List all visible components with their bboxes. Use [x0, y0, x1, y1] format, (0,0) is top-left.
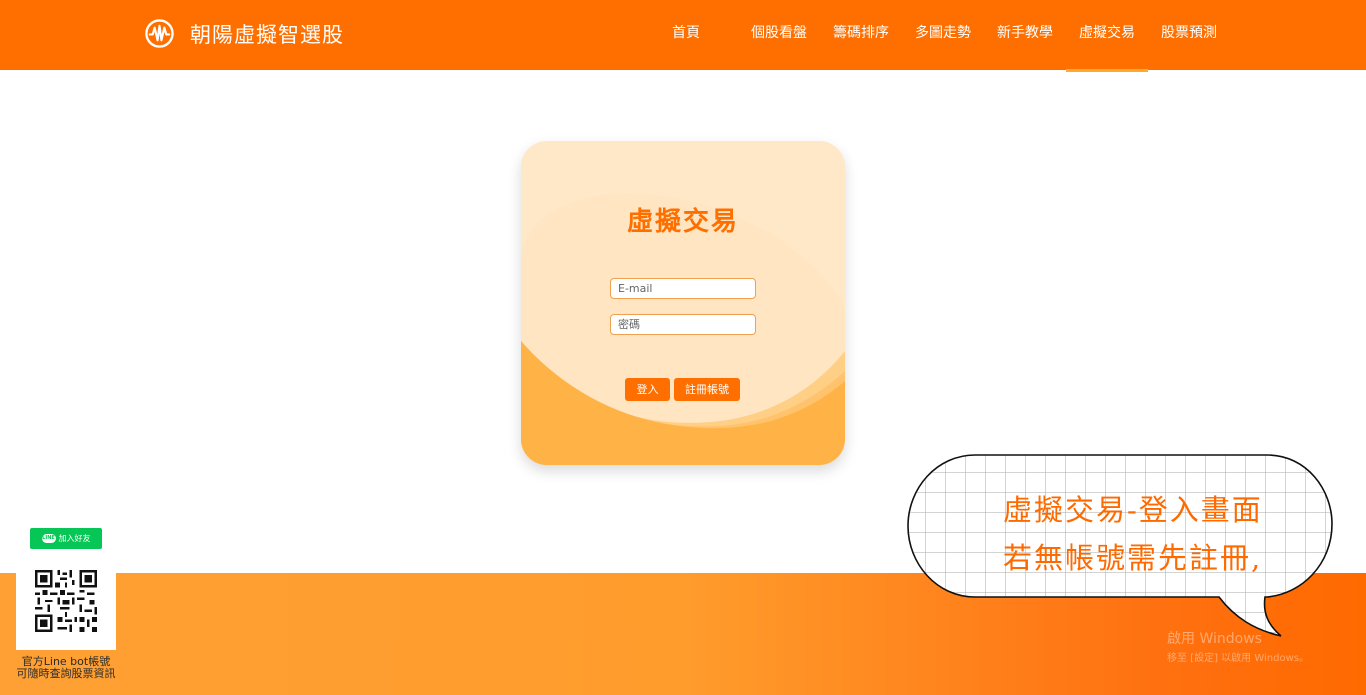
site-logo[interactable]: 朝陽虛擬智選股: [144, 18, 344, 49]
watermark-line2: 移至 [設定] 以啟用 Windows。: [1167, 653, 1309, 664]
card-wave-decoration: [521, 141, 845, 465]
top-navbar: 朝陽虛擬智選股 首頁 個股看盤 籌碼排序 多圖走勢 新手教學 虛擬交易 股票預測: [0, 0, 1366, 72]
windows-activation-watermark: 啟用 Windows 移至 [設定] 以啟用 Windows。: [1167, 628, 1309, 664]
nav-virtual-trading[interactable]: 虛擬交易: [1066, 0, 1148, 72]
nav-stock-watch[interactable]: 個股看盤: [738, 0, 820, 70]
email-field[interactable]: [610, 278, 756, 299]
line-add-friend-button[interactable]: LINE 加入好友: [30, 528, 102, 549]
nav-chip-ranking[interactable]: 籌碼排序: [820, 0, 902, 70]
login-button[interactable]: 登入: [625, 378, 670, 401]
password-field[interactable]: [610, 314, 756, 335]
line-caption-line2: 可隨時查詢股票資訊: [16, 667, 116, 680]
pulse-logo-icon: [145, 19, 174, 48]
line-icon: LINE: [41, 534, 56, 543]
nav-multi-chart[interactable]: 多圖走勢: [902, 0, 984, 70]
site-title: 朝陽虛擬智選股: [190, 22, 344, 47]
annotation-line1: 虛擬交易-登入畫面: [1003, 493, 1263, 527]
line-qr-code-icon: [35, 570, 97, 632]
line-qr-container: [16, 556, 116, 650]
annotation-line2: 若無帳號需先註冊,: [1003, 541, 1263, 575]
nav-home[interactable]: 首頁: [650, 0, 738, 70]
line-add-friend-label: 加入好友: [58, 534, 91, 543]
main-nav: 首頁 個股看盤 籌碼排序 多圖走勢 新手教學 虛擬交易 股票預測: [650, 0, 1230, 72]
login-title: 虛擬交易: [626, 207, 739, 237]
register-button[interactable]: 註冊帳號: [674, 378, 740, 401]
nav-stock-prediction[interactable]: 股票預測: [1148, 0, 1230, 70]
line-caption: 官方Line bot帳號 可隨時查詢股票資訊: [0, 656, 132, 680]
nav-tutorial[interactable]: 新手教學: [984, 0, 1066, 70]
login-card: 虛擬交易 登入 註冊帳號: [521, 141, 845, 465]
watermark-line1: 啟用 Windows: [1167, 631, 1262, 647]
